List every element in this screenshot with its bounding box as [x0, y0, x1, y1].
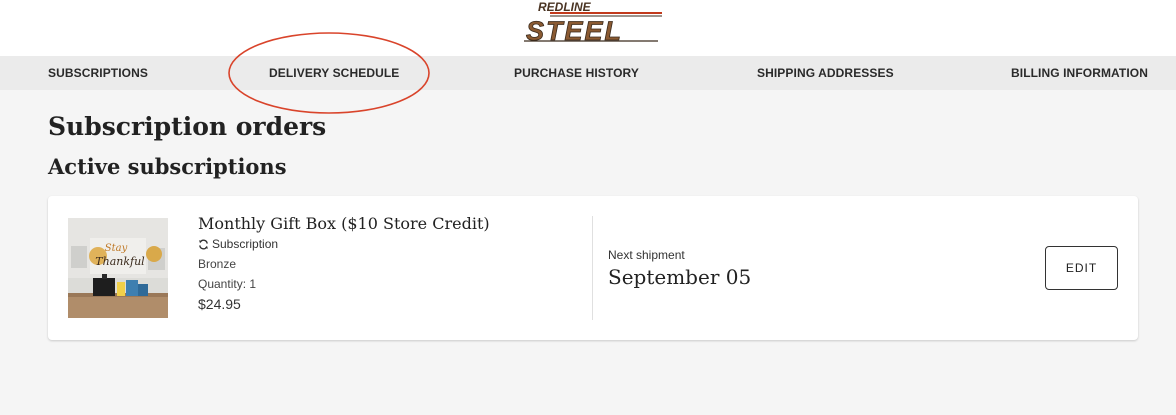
- product-image-text-stay: Stay: [105, 243, 128, 254]
- site-header: REDLINE STEEL: [0, 0, 1176, 56]
- logo-main-text: STEEL: [526, 16, 623, 44]
- price-label: $24.95: [198, 296, 241, 312]
- next-shipment-date: September 05: [608, 265, 752, 289]
- subscription-card: Stay Thankful Monthly Gift Box ($10 Stor…: [48, 196, 1138, 340]
- product-image[interactable]: Stay Thankful: [68, 218, 168, 318]
- nav-subscriptions[interactable]: SUBSCRIPTIONS: [48, 66, 148, 80]
- redline-steel-logo[interactable]: REDLINE STEEL: [520, 0, 665, 44]
- subscription-type: Subscription: [198, 237, 278, 251]
- card-divider: [592, 216, 593, 320]
- next-shipment-label: Next shipment: [608, 248, 685, 262]
- subscription-type-label: Subscription: [212, 237, 279, 251]
- nav-shipping-addresses[interactable]: SHIPPING ADDRESSES: [757, 66, 894, 80]
- account-nav: SUBSCRIPTIONS DELIVERY SCHEDULE PURCHASE…: [0, 56, 1176, 90]
- product-name[interactable]: Monthly Gift Box ($10 Store Credit): [198, 214, 490, 233]
- nav-billing-information[interactable]: BILLING INFORMATION: [1011, 66, 1148, 80]
- nav-purchase-history[interactable]: PURCHASE HISTORY: [514, 66, 639, 80]
- refresh-icon: [199, 239, 208, 249]
- variant-label: Bronze: [198, 257, 237, 271]
- nav-delivery-schedule[interactable]: DELIVERY SCHEDULE: [269, 66, 399, 80]
- logo-top-text: REDLINE: [538, 0, 592, 14]
- section-title: Active subscriptions: [48, 154, 287, 179]
- edit-button[interactable]: EDIT: [1045, 246, 1118, 290]
- page-title: Subscription orders: [48, 112, 327, 141]
- quantity-label: Quantity: 1: [198, 277, 257, 291]
- product-image-text-thankful: Thankful: [95, 255, 145, 268]
